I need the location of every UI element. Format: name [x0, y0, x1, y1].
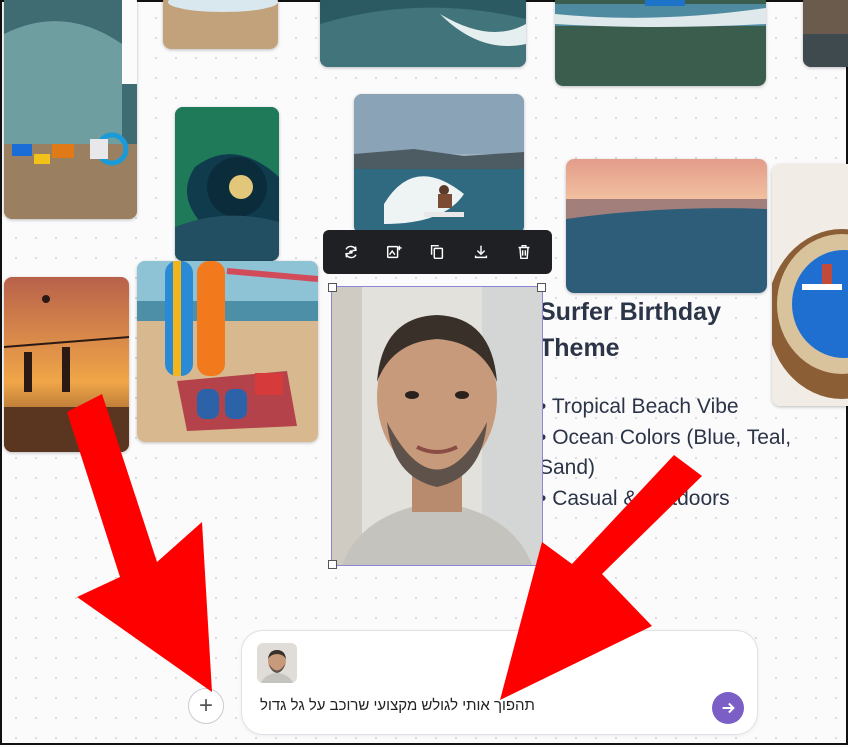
- regenerate-icon[interactable]: [337, 238, 365, 266]
- image-card-wave-beach[interactable]: [4, 0, 137, 219]
- download-icon[interactable]: [467, 238, 495, 266]
- arrow-right-icon: [722, 702, 735, 714]
- theme-note[interactable]: Surfer Birthday Theme Tropical Beach Vib…: [539, 294, 799, 514]
- theme-note-title: Surfer Birthday Theme: [539, 298, 721, 362]
- theme-note-item: Casual & Outdoors: [539, 484, 799, 515]
- theme-note-item: Ocean Colors (Blue, Teal, Sand): [539, 423, 799, 484]
- image-card-barrel-wave[interactable]: [175, 107, 279, 261]
- add-button[interactable]: +: [188, 688, 224, 724]
- duplicate-icon[interactable]: [423, 238, 451, 266]
- theme-note-list: Tropical Beach Vibe Ocean Colors (Blue, …: [539, 392, 799, 514]
- image-card-beach-party[interactable]: [137, 261, 318, 442]
- delete-icon[interactable]: [510, 238, 538, 266]
- prompt-bar: תהפוך אותי לגולש מקצועי שרוכב על גל גדול: [241, 630, 758, 735]
- image-card-ocean-wave-1[interactable]: [320, 0, 526, 67]
- resize-handle[interactable]: [328, 283, 337, 292]
- image-card-sunset-sea[interactable]: [566, 159, 767, 293]
- prompt-input[interactable]: תהפוך אותי לגולש מקצועי שרוכב על גל גדול: [260, 697, 700, 714]
- image-toolbar: [323, 230, 552, 274]
- image-card-edge-right[interactable]: [803, 0, 848, 67]
- resize-handle[interactable]: [328, 560, 337, 569]
- selected-portrait-image[interactable]: [328, 283, 546, 569]
- theme-note-item: Tropical Beach Vibe: [539, 392, 799, 423]
- image-card-surfboard-top[interactable]: [163, 0, 278, 49]
- send-button[interactable]: [712, 692, 744, 724]
- image-card-surfer-riding[interactable]: [354, 94, 524, 234]
- resize-handle[interactable]: [537, 283, 546, 292]
- image-card-ocean-wave-2[interactable]: [555, 0, 766, 86]
- attached-image-thumbnail[interactable]: [257, 643, 297, 683]
- resize-handle[interactable]: [537, 560, 546, 569]
- image-card-volleyball-sunset[interactable]: [4, 277, 129, 452]
- edit-image-icon[interactable]: [380, 238, 408, 266]
